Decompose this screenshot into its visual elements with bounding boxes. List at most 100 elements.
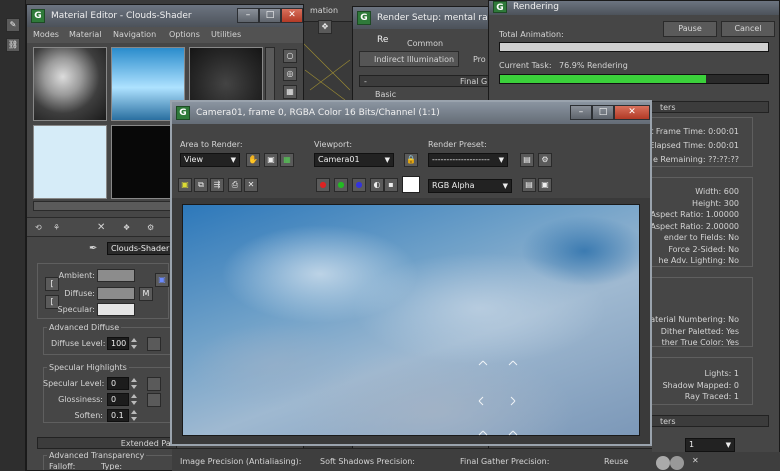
delete-icon[interactable]: ✕	[97, 222, 105, 233]
params-header-label: ters	[660, 103, 676, 112]
final-gather-rollout[interactable]: - Final G	[359, 75, 495, 87]
move-tool-icon[interactable]: ✥	[318, 20, 332, 34]
sample-type-icon[interactable]: ○	[283, 49, 297, 63]
specular-level-input[interactable]: 0	[107, 377, 129, 390]
type-label: Type:	[101, 462, 123, 471]
glossiness-map-button[interactable]	[147, 393, 161, 407]
glossiness-input[interactable]: 0	[107, 393, 129, 406]
toggle-ui-icon[interactable]: ▣	[538, 178, 552, 192]
backlight-icon[interactable]: ◎	[283, 67, 297, 81]
soften-input[interactable]: 0.1	[107, 409, 129, 422]
lock-icon[interactable]: 🔒	[404, 153, 418, 167]
material-menu-bar: Modes Material Navigation Options Utilit…	[27, 27, 303, 43]
diffuse-map-button[interactable]: M	[139, 287, 153, 301]
advanced-transparency-title: Advanced Transparency	[47, 451, 147, 460]
sample-slot-1[interactable]	[33, 47, 107, 121]
save-image-icon[interactable]: ▣	[178, 178, 192, 192]
color-swatch[interactable]	[402, 176, 420, 193]
link-tool-icon[interactable]: ⛓	[6, 38, 20, 52]
tab-common[interactable]: Common	[407, 39, 443, 48]
print-image-icon[interactable]: ⎙	[228, 178, 242, 192]
ambient-color-swatch[interactable]	[97, 269, 135, 282]
soft-shadows-label: Soft Shadows Precision:	[320, 457, 415, 466]
viewport-dropdown[interactable]: Camera01 ▼	[314, 153, 394, 167]
menu-utilities[interactable]: Utilities	[211, 30, 241, 39]
material-name-field[interactable]: Clouds-Shader	[107, 242, 171, 255]
extended-parameters-rollout[interactable]: Extended Par	[37, 437, 177, 449]
clear-icon[interactable]: ✕	[244, 178, 258, 192]
frame-close-button[interactable]: ✕	[614, 105, 650, 120]
rendering-titlebar: G Rendering	[489, 1, 779, 15]
environment-icon[interactable]: ⚙	[538, 153, 552, 167]
put-to-scene-icon[interactable]: ⚘	[53, 223, 60, 232]
copy-image-icon[interactable]: ⧉	[194, 178, 208, 192]
diffuse-level-map-button[interactable]	[147, 337, 161, 351]
soften-spinner[interactable]	[131, 409, 137, 422]
diffuse-level-label: Diffuse Level:	[51, 339, 106, 348]
soften-label: Soften:	[74, 411, 103, 420]
pause-label: Pause	[678, 24, 702, 33]
toggle-ui-overlay-icon[interactable]: ▤	[522, 178, 536, 192]
frame-minimize-button[interactable]: –	[570, 105, 592, 120]
channel-dropdown[interactable]: RGB Alpha ▼	[428, 179, 512, 193]
pause-button[interactable]: Pause	[663, 21, 717, 37]
sample-slot-4[interactable]	[33, 125, 107, 199]
extended-parameters-title: Extended Par	[120, 439, 174, 448]
render-setup-icon[interactable]: ▤	[520, 153, 534, 167]
region-handles	[478, 360, 518, 436]
diffuse-level-input[interactable]: 100	[107, 337, 129, 350]
eyedropper-icon[interactable]: ✒	[89, 243, 97, 254]
area-to-render-value: View	[184, 155, 203, 164]
alpha-channel-icon[interactable]: ◐	[370, 178, 384, 192]
menu-options[interactable]: Options	[169, 30, 200, 39]
specular-level-label: Specular Level:	[43, 379, 105, 388]
tab-indirect-illumination[interactable]: Indirect Illumination	[359, 51, 459, 67]
specular-level-map-button[interactable]	[147, 377, 161, 391]
edit-region-icon[interactable]: ✋	[246, 153, 260, 167]
menu-modes[interactable]: Modes	[33, 30, 59, 39]
render-preset-value: --------------------	[432, 155, 490, 164]
select-tool-icon[interactable]: ✎	[6, 18, 20, 32]
clone-window-icon[interactable]: ⇶	[210, 178, 224, 192]
chevron-down-icon: ▼	[725, 441, 731, 449]
specular-level-spinner[interactable]	[131, 377, 137, 390]
cancel-button[interactable]: Cancel	[721, 21, 775, 37]
region-select-icon[interactable]: ▦	[280, 153, 294, 167]
reuse-toggle-icon-2[interactable]	[670, 456, 684, 470]
red-channel-icon[interactable]: ●	[316, 178, 330, 192]
menu-animation-partial[interactable]: mation	[310, 6, 338, 15]
specular-color-swatch[interactable]	[97, 303, 135, 316]
green-channel-icon[interactable]: ●	[334, 178, 348, 192]
rendering-bottom-dropdown[interactable]: 1 ▼	[685, 438, 735, 452]
minimize-button[interactable]: –	[237, 8, 259, 23]
chevron-down-icon: ▼	[384, 156, 390, 164]
diffuse-label: Diffuse:	[64, 289, 95, 298]
frame-maximize-button[interactable]: □	[592, 105, 614, 120]
close-button[interactable]: ✕	[281, 8, 303, 23]
rendered-frame-window: G Camera01, frame 0, RGBA Color 16 Bits/…	[170, 100, 652, 446]
bottom-header-label: ters	[660, 417, 676, 426]
frame-title: Camera01, frame 0, RGBA Color 16 Bits/Ch…	[196, 108, 440, 118]
blue-channel-icon[interactable]: ●	[352, 178, 366, 192]
diffuse-level-spinner[interactable]	[131, 337, 137, 350]
render-setup-titlebar: G Render Setup: mental ray Re	[353, 7, 495, 45]
monochrome-icon[interactable]: ▪	[384, 178, 398, 192]
material-id-icon[interactable]: ▣	[155, 273, 169, 287]
maximize-button[interactable]: □	[259, 8, 281, 23]
area-to-render-label: Area to Render:	[180, 140, 243, 149]
show-map-icon[interactable]: ⚙	[147, 223, 154, 232]
get-material-icon[interactable]: ⟲	[35, 223, 42, 232]
reuse-clear-icon[interactable]: ✕	[692, 456, 699, 465]
menu-material[interactable]: Material	[69, 30, 102, 39]
background-icon[interactable]: ▦	[283, 85, 297, 99]
area-to-render-dropdown[interactable]: View ▼	[180, 153, 240, 167]
rollout-minus-icon: -	[364, 77, 367, 86]
render-preset-dropdown[interactable]: -------------------- ▼	[428, 153, 508, 167]
menu-navigation[interactable]: Navigation	[113, 30, 156, 39]
glossiness-spinner[interactable]	[131, 393, 137, 406]
make-unique-icon[interactable]: ❖	[123, 223, 130, 232]
auto-region-icon[interactable]: ▣	[264, 153, 278, 167]
tab-processing[interactable]: Pro	[473, 55, 486, 64]
diffuse-color-swatch[interactable]	[97, 287, 135, 300]
reuse-toggle-icon[interactable]	[656, 456, 670, 470]
